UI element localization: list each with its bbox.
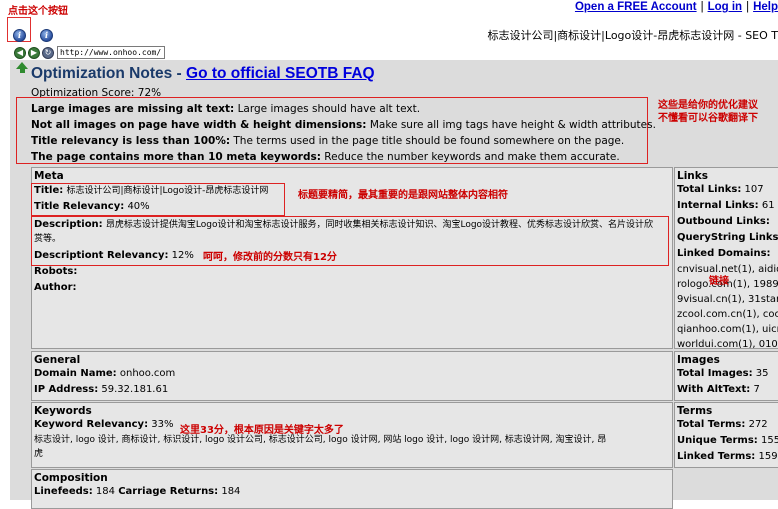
annotation-links-hint: 链接 [709,276,729,287]
window-title: 标志设计公司|商标设计|Logo设计-昂虎标志设计网 - SEO T [487,29,778,42]
section-heading: Images [677,354,720,366]
annotation-description-hint: 呵呵，修改前的分数只有12分 [203,252,337,263]
linked-domain-item: worldui.com(1), 010p [677,339,778,349]
section-heading: Composition [34,472,108,484]
notes-list: Large images are missing alt text: Large… [31,101,656,165]
links-section: Links Total Links: 107 Internal Links: 6… [674,167,778,349]
keyword-list: 标志设计, logo 设计, 商标设计, 标识设计, logo 设计公司, 标志… [34,435,607,459]
info-icon[interactable]: i [40,29,53,42]
page-title: Optimization Notes - Go to official SEOT… [31,65,375,82]
images-section: Images Total Images: 35 With AltText: 7 [674,351,778,401]
linked-domain-item: qianhoo.com(1), uicr [677,324,778,335]
composition-section: Composition Linefeeds: 184 Carriage Retu… [31,469,673,509]
terms-section: Terms Total Terms: 272 Unique Terms: 155… [674,402,778,468]
up-arrow-icon-stem [19,68,25,73]
back-arrow-icon[interactable]: ◀ [14,47,26,59]
section-heading: Terms [677,405,713,417]
note-item: Not all images on page have width & heig… [31,119,656,131]
forward-arrow-icon[interactable]: ▶ [28,47,40,59]
help-link[interactable]: Help [753,1,778,13]
annotation-description-box [31,216,669,266]
section-heading: Meta [34,170,64,182]
refresh-icon[interactable]: ↻ [42,47,54,59]
meta-author: Author: [34,282,77,293]
address-bar: ◀ ▶ ↻ http://www.onhoo.com/ [14,46,778,60]
section-heading: Links [677,170,708,182]
faq-link[interactable]: Go to official SEOTB FAQ [186,65,375,82]
annotation-title-hint: 标题要精简，最其重要的是跟网站整体内容相符 [298,190,508,201]
top-links: Open a FREE Account | Log in | Help [574,1,778,13]
annotation-notes-hint: 这些是给你的优化建议 不懂看可以谷歌翻译下 [658,100,758,124]
meta-robots: Robots: [34,266,78,277]
annotation-title-box [31,183,285,216]
section-heading: Keywords [34,405,92,417]
section-heading: General [34,354,81,366]
note-item: Large images are missing alt text: Large… [31,103,421,115]
annotation-click-button: 点击这个按钮 [8,6,68,17]
note-item: Title relevancy is less than 100%: The t… [31,135,625,147]
open-account-link[interactable]: Open a FREE Account [575,1,697,13]
url-input[interactable]: http://www.onhoo.com/ [57,46,165,59]
note-item: The page contains more than 10 meta keyw… [31,151,620,163]
linked-domain-item: zcool.com.cn(1), coc [677,309,778,320]
login-link[interactable]: Log in [708,1,743,13]
seotb-info-icon[interactable]: i [13,29,26,42]
general-section: General Domain Name: onhoo.com IP Addres… [31,351,673,401]
annotation-keywords-hint: 这里33分，根本原因是关键字太多了 [180,425,344,436]
keywords-section: Keywords Keyword Relevancy: 33% 标志设计, lo… [31,402,673,468]
linked-domain-item: 9visual.cn(1), 31star [677,294,778,305]
